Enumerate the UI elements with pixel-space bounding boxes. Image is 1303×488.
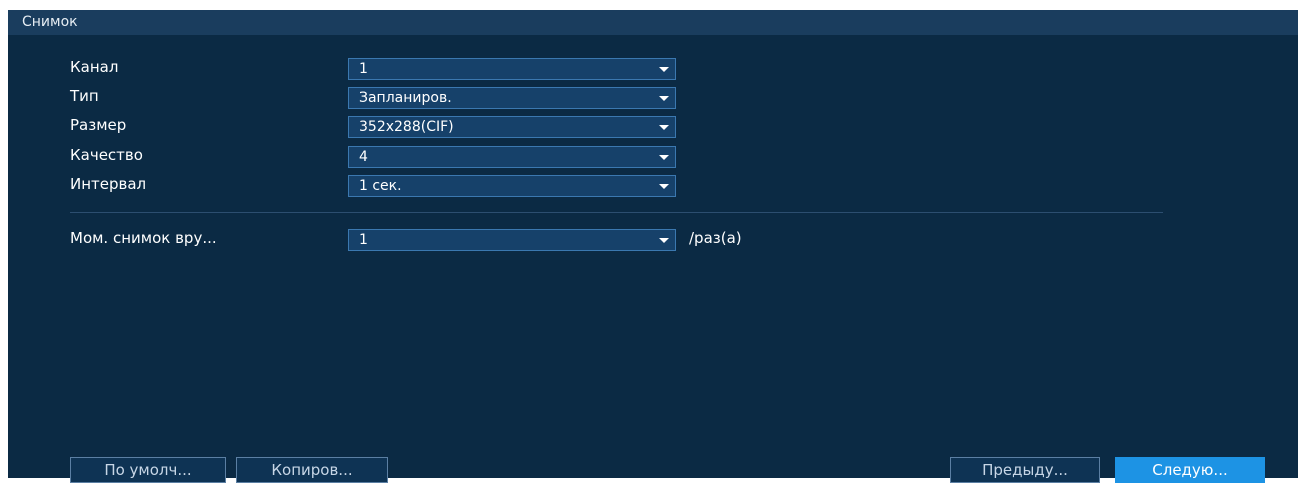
quality-value: 4	[359, 149, 368, 165]
size-label: Размер	[70, 116, 127, 134]
interval-select[interactable]: 1 сек.	[348, 175, 676, 197]
chevron-down-icon	[659, 125, 669, 130]
interval-value: 1 сек.	[359, 178, 402, 194]
copy-button[interactable]: Копиров...	[236, 457, 388, 483]
titlebar: Снимок	[8, 10, 1298, 35]
chevron-down-icon	[659, 96, 669, 101]
chevron-down-icon	[659, 155, 669, 160]
manual-snapshot-value: 1	[359, 232, 368, 248]
channel-label: Канал	[70, 58, 119, 76]
window-title: Снимок	[22, 14, 78, 30]
chevron-down-icon	[659, 238, 669, 243]
type-select[interactable]: Запланиров.	[348, 87, 676, 109]
type-label: Тип	[70, 87, 99, 105]
channel-value: 1	[359, 61, 368, 77]
chevron-down-icon	[659, 184, 669, 189]
default-button[interactable]: По умолч...	[70, 457, 226, 483]
next-button[interactable]: Следую...	[1115, 457, 1265, 483]
quality-label: Качество	[70, 146, 143, 164]
channel-select[interactable]: 1	[348, 58, 676, 80]
quality-select[interactable]: 4	[348, 146, 676, 168]
interval-label: Интервал	[70, 175, 147, 193]
chevron-down-icon	[659, 67, 669, 72]
divider	[70, 212, 1163, 213]
size-value: 352x288(CIF)	[359, 119, 454, 135]
manual-snapshot-unit: /раз(а)	[689, 229, 742, 247]
snapshot-settings-window: Снимок Канал 1 Тип Запланиров. Размер 35…	[8, 10, 1298, 478]
type-value: Запланиров.	[359, 90, 452, 106]
manual-snapshot-select[interactable]: 1	[348, 229, 676, 251]
prev-button[interactable]: Предыду...	[950, 457, 1100, 483]
size-select[interactable]: 352x288(CIF)	[348, 116, 676, 138]
manual-snapshot-label: Мом. снимок вру...	[70, 229, 217, 247]
